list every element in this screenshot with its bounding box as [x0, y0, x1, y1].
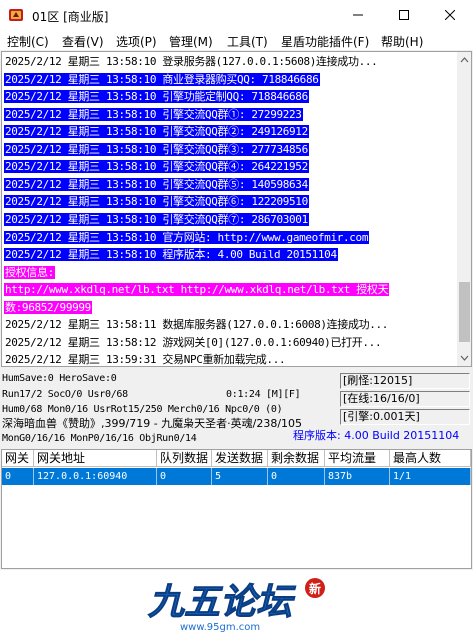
maximize-icon: [399, 10, 409, 20]
log-line: 2025/2/12 星期三 13:58:10 引擎交流QQ群④: 2642219…: [4, 158, 309, 175]
log-line-text: 2025/2/12 星期三 13:58:10 商业登录器购买QQ: 718846…: [4, 72, 320, 86]
forum-logo-graphic: 九五论坛 www.95gm.com 新: [148, 578, 325, 633]
maximize-button[interactable]: [381, 0, 427, 30]
column-header[interactable]: 网关地址: [34, 450, 157, 467]
logo-text: 九五论坛: [148, 582, 296, 623]
status-panel: HumSave:0 HeroSave:0 Run17/2 SocO/0 Usr0…: [0, 368, 473, 450]
table-cell: 0: [157, 468, 212, 485]
log-line: 2025/2/12 星期三 13:58:10 引擎交流QQ群①: 2729922…: [4, 106, 303, 123]
log-line: 2025/2/12 星期三 13:58:10 引擎交流QQ群⑤: 1405986…: [4, 176, 309, 193]
log-line: http://www.xkdlq.net/lb.txt http://www.x…: [4, 281, 390, 298]
scroll-down-button[interactable]: [457, 350, 471, 366]
menu-manage[interactable]: 管理(M): [169, 33, 213, 50]
arrow-down-icon: [460, 355, 469, 361]
app-icon[interactable]: [8, 7, 24, 23]
log-line-text: http://www.xkdlq.net/lb.txt http://www.x…: [4, 283, 390, 297]
log-line-text: 授权信息:: [4, 265, 55, 279]
column-header[interactable]: 最高人数: [390, 450, 471, 467]
menu-plugins[interactable]: 星盾功能插件(F): [281, 33, 369, 50]
log-line-text: 2025/2/12 星期三 13:58:10 引擎交流QQ群③: 2777348…: [4, 142, 309, 156]
menu-view[interactable]: 查看(V): [62, 33, 104, 50]
table-cell: 0: [2, 468, 34, 485]
log-line: 2025/2/12 星期三 13:58:10 引擎交流QQ群⑦: 2867030…: [4, 211, 309, 228]
log-line: 2025/2/12 星期三 13:58:10 登录服务器(127.0.0.1:5…: [4, 53, 378, 70]
table-cell: 1/1: [390, 468, 471, 485]
menu-bar: 控制(C) 查看(V) 选项(P) 管理(M) 工具(T) 星盾功能插件(F) …: [0, 30, 473, 51]
log-line-text: 2025/2/12 星期三 13:58:10 引擎交流QQ群⑦: 2867030…: [4, 213, 309, 226]
log-line-text: 2025/2/12 星期三 13:58:10 引擎交流QQ群②: 2491269…: [4, 125, 309, 139]
column-header[interactable]: 剩余数据: [268, 450, 325, 467]
table-cell: 5: [212, 468, 268, 485]
scroll-thumb[interactable]: [459, 282, 470, 342]
forum-logo: 九五论坛 www.95gm.com 新: [140, 574, 340, 636]
log-line-text: 2025/2/12 星期三 13:58:10 程序版本: 4.00 Build …: [4, 248, 338, 262]
table-header: 网关 网关地址 队列数据 发送数据 剩余数据 平均流量 最高人数: [2, 450, 471, 467]
log-line: 2025/2/12 星期三 13:58:10 程序版本: 4.00 Build …: [4, 246, 338, 263]
close-button[interactable]: [427, 0, 473, 30]
log-line-text: 2025/2/12 星期三 13:58:10 引擎功能定制QQ: 7188466…: [4, 90, 309, 104]
status-save-counts: HumSave:0 HeroSave:0: [2, 373, 117, 384]
engine-time-box: [引擎:0.001天]: [340, 409, 470, 425]
log-line: 2025/2/12 星期三 13:58:10 引擎交流QQ群⑥: 1222095…: [4, 193, 309, 210]
log-line: 2025/2/12 星期三 13:58:10 官方网站: http://www.…: [4, 229, 370, 246]
window-title: 01区 [商业版]: [32, 10, 109, 24]
log-line: 2025/2/12 星期三 13:58:10 商业登录器购买QQ: 718846…: [4, 71, 320, 88]
menu-control[interactable]: 控制(C): [7, 33, 49, 50]
table-cell: 0: [268, 468, 325, 485]
status-monster-groups: MonG0/16/16 MonP0/16/16 ObjRun0/14: [2, 433, 197, 444]
column-header[interactable]: 网关: [2, 450, 34, 467]
column-header[interactable]: 平均流量: [325, 450, 390, 467]
close-icon: [445, 10, 455, 20]
logo-url: www.95gm.com: [180, 622, 260, 633]
arrow-up-icon: [460, 57, 469, 63]
log-line: 2025/2/12 星期三 13:58:10 引擎交流QQ群③: 2777348…: [4, 141, 309, 158]
log-line-text: 2025/2/12 星期三 13:58:10 引擎交流QQ群①: 2729922…: [4, 107, 303, 121]
table-cell: 127.0.0.1:60940: [34, 468, 157, 485]
status-monster-info: 深海暗血兽《赞助》,399/719 - 九魔枭天圣者·英魂/238/105: [2, 417, 303, 430]
online-count-box: [在线:16/16/0]: [340, 391, 470, 407]
minimize-button[interactable]: [335, 0, 381, 30]
log-line-text: 2025/2/12 星期三 13:58:11 数据库服务器(127.0.0.1:…: [5, 318, 389, 332]
logo-badge: 新: [309, 581, 321, 596]
log-line-text: 2025/2/12 星期三 13:58:10 引擎交流QQ群④: 2642219…: [4, 160, 309, 174]
gateway-table[interactable]: 网关 网关地址 队列数据 发送数据 剩余数据 平均流量 最高人数 0 127.0…: [1, 449, 472, 569]
footer: 九五论坛 www.95gm.com 新: [0, 570, 473, 641]
table-row[interactable]: 0 127.0.0.1:60940 0 5 0 837b 1/1: [2, 468, 471, 485]
title-bar: 01区 [商业版]: [0, 0, 473, 30]
column-header[interactable]: 发送数据: [212, 450, 268, 467]
log-panel[interactable]: 2025/2/12 星期三 13:58:10 登录服务器(127.0.0.1:5…: [1, 51, 472, 367]
log-line: 授权信息:: [4, 264, 55, 281]
scroll-up-button[interactable]: [457, 52, 471, 68]
log-line-text: 数:96852/99999: [4, 300, 92, 314]
log-line: 2025/2/12 星期三 13:58:10 引擎交流QQ群②: 2491269…: [4, 123, 309, 140]
log-line-text: 2025/2/12 星期三 13:58:10 官方网站: http://www.…: [4, 230, 370, 244]
log-line-text: 2025/2/12 星期三 13:58:10 登录服务器(127.0.0.1:5…: [5, 55, 378, 68]
table-cell: 837b: [325, 468, 390, 485]
log-line: 数:96852/99999: [4, 299, 92, 316]
log-line: 2025/2/12 星期三 13:58:10 引擎功能定制QQ: 7188466…: [4, 88, 309, 105]
status-run-counts: Run17/2 SocO/0 Usr0/68: [2, 389, 128, 400]
program-version: 程序版本: 4.00 Build 20151104: [293, 429, 460, 442]
log-line-text: 2025/2/12 星期三 13:58:10 引擎交流QQ群⑥: 1222095…: [4, 195, 309, 209]
menu-tools[interactable]: 工具(T): [227, 33, 268, 50]
log-line: 2025/2/12 星期三 13:59:31 交易NPC重新加载完成...: [4, 351, 286, 367]
log-line-text: 2025/2/12 星期三 13:58:12 游戏网关[0](127.0.0.1…: [5, 335, 382, 349]
menu-options[interactable]: 选项(P): [116, 33, 157, 50]
log-line: 2025/2/12 星期三 13:58:11 数据库服务器(127.0.0.1:…: [4, 316, 389, 333]
log-scrollbar[interactable]: [457, 52, 471, 366]
status-run-time: 0:1:24 [M][F]: [226, 389, 301, 400]
log-line-text: 2025/2/12 星期三 13:59:31 交易NPC重新加载完成...: [5, 353, 286, 367]
column-header[interactable]: 队列数据: [157, 450, 212, 467]
minimize-icon: [353, 14, 363, 16]
menu-help[interactable]: 帮助(H): [381, 33, 423, 50]
log-line-text: 2025/2/12 星期三 13:58:10 引擎交流QQ群⑤: 1405986…: [4, 177, 309, 191]
status-object-counts: Hum0/68 Mon0/16 UsrRot15/250 Merch0/16 N…: [2, 404, 283, 415]
refresh-count-box: [刷怪:12015]: [340, 373, 470, 389]
log-line: 2025/2/12 星期三 13:58:12 游戏网关[0](127.0.0.1…: [4, 334, 382, 351]
